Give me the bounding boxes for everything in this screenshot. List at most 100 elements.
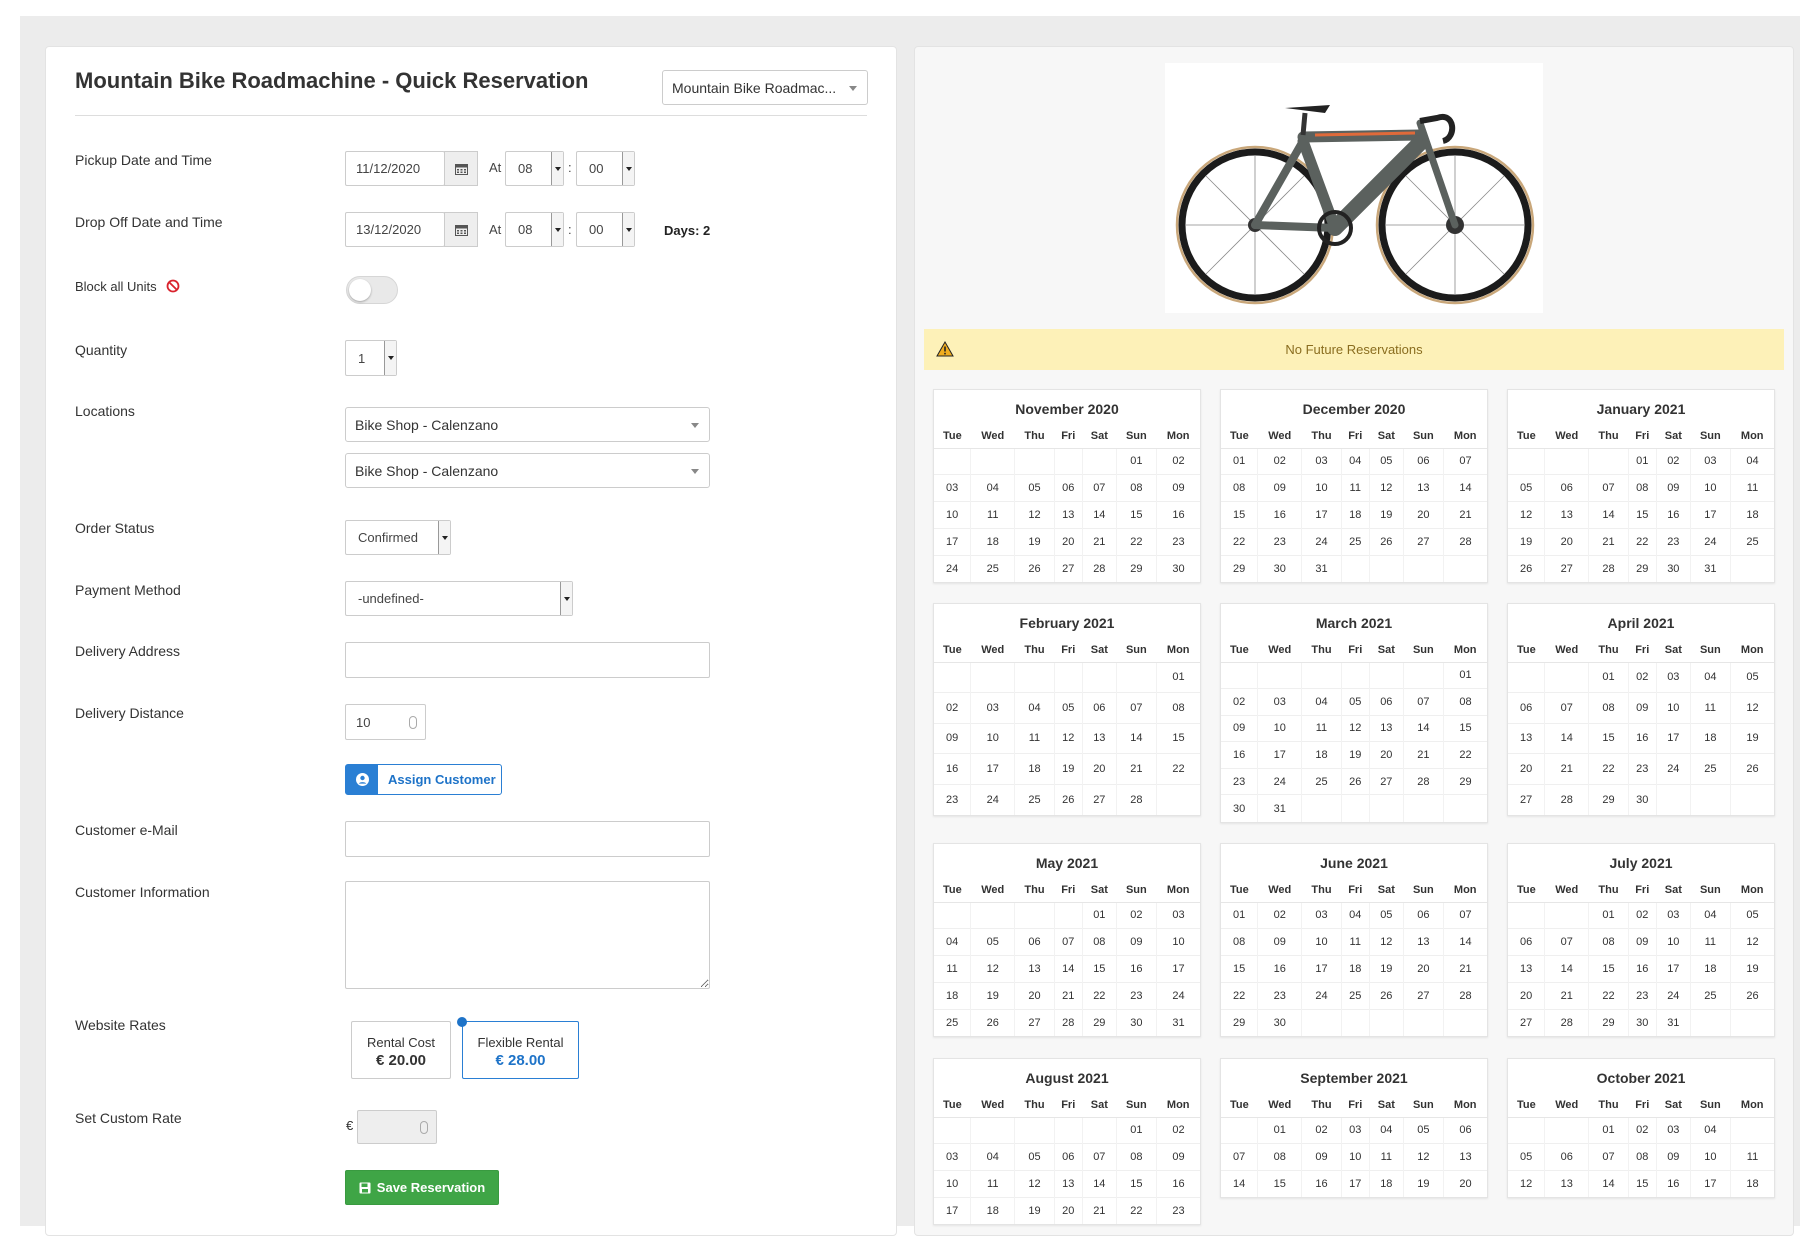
calendar-day[interactable]: 15 [1628,501,1657,529]
calendar-day[interactable]: 22 [1156,753,1200,784]
calendar-day[interactable] [1508,661,1546,693]
calendar-day[interactable] [934,1116,972,1144]
calendar-day[interactable]: 27 [1508,1008,1546,1036]
calendar-day[interactable]: 02 [1221,688,1259,716]
calendar-day[interactable] [970,661,1016,693]
calendar-day[interactable]: 03 [934,474,972,502]
calendar-day[interactable]: 15 [1588,722,1629,754]
calendar-day[interactable]: 29 [1221,1008,1259,1036]
flexible-rental-rate[interactable]: Flexible Rental € 28.00 [462,1021,579,1079]
dropoff-minute-select[interactable]: 00 [576,212,635,247]
calendar-day[interactable]: 14 [1116,722,1157,754]
calendar-day[interactable]: 03 [1341,1116,1370,1144]
calendar-day[interactable]: 25 [970,554,1016,582]
calendar-day[interactable]: 10 [934,501,972,529]
calendar-day[interactable]: 01 [1588,661,1629,693]
calendar-day[interactable] [934,901,972,929]
calendar-day[interactable]: 21 [1443,955,1487,983]
calendar-day[interactable]: 20 [1054,527,1083,556]
calendar-day[interactable]: 02 [1656,447,1691,475]
calendar-day[interactable]: 19 [1730,955,1774,983]
calendar-day[interactable]: 23 [1257,981,1303,1010]
calendar-day[interactable]: 08 [1588,928,1629,956]
calendar-day[interactable]: 30 [1628,1008,1657,1036]
calendar-day[interactable] [1341,794,1370,822]
calendar-day[interactable]: 27 [1508,783,1546,815]
calendar-day[interactable]: 20 [1443,1170,1487,1198]
calendar-day[interactable]: 16 [1156,501,1200,529]
calendar-day[interactable]: 05 [1369,447,1404,475]
calendar-day[interactable]: 18 [1730,501,1774,529]
calendar-day[interactable]: 13 [1403,474,1444,502]
calendar-day[interactable]: 10 [1690,1143,1731,1171]
calendar-day[interactable] [1443,1008,1487,1036]
calendar-day[interactable]: 14 [1443,474,1487,502]
calendar-day[interactable] [1690,1008,1731,1036]
calendar-day[interactable]: 29 [1443,767,1487,795]
calendar-day[interactable]: 26 [1054,783,1083,815]
calendar-day[interactable]: 03 [1656,661,1691,693]
calendar-day[interactable]: 22 [1082,981,1117,1010]
calendar-day[interactable] [1341,1008,1370,1036]
calendar-day[interactable]: 28 [1544,1008,1590,1036]
calendar-day[interactable]: 24 [1656,981,1691,1010]
calendar-day[interactable] [1116,661,1157,693]
calendar-day[interactable]: 12 [1369,928,1404,956]
calendar-day[interactable]: 05 [1403,1116,1444,1144]
calendar-day[interactable]: 08 [1628,1143,1657,1171]
calendar-day[interactable]: 16 [1301,1170,1342,1198]
calendar-day[interactable]: 18 [1341,955,1370,983]
calendar-day[interactable]: 15 [1588,955,1629,983]
calendar-day[interactable]: 29 [1588,783,1629,815]
calendar-day[interactable]: 28 [1082,554,1117,582]
calendar-day[interactable]: 25 [1690,753,1731,784]
calendar-day[interactable]: 22 [1116,527,1157,556]
calendar-day[interactable]: 12 [1730,692,1774,723]
calendar-day[interactable]: 19 [1054,753,1083,784]
calendar-day[interactable]: 25 [1730,527,1774,556]
calendar-day[interactable]: 18 [1301,741,1342,769]
calendar-day[interactable]: 03 [1656,1116,1691,1144]
calendar-day[interactable]: 11 [970,1170,1016,1198]
calendar-day[interactable]: 10 [1257,714,1303,742]
calendar-day[interactable]: 29 [1588,1008,1629,1036]
calendar-day[interactable]: 07 [1443,901,1487,929]
calendar-day[interactable]: 01 [1156,661,1200,693]
calendar-day[interactable]: 19 [1369,501,1404,529]
calendar-day[interactable]: 04 [1690,901,1731,929]
calendar-day[interactable] [1301,661,1342,689]
calendar-day[interactable]: 22 [1443,741,1487,769]
calendar-day[interactable]: 11 [1369,1143,1404,1171]
calendar-day[interactable]: 14 [1082,1170,1117,1198]
calendar-day[interactable]: 02 [1257,447,1303,475]
calendar-day[interactable]: 09 [1257,928,1303,956]
calendar-day[interactable]: 02 [1257,901,1303,929]
calendar-day[interactable]: 17 [1690,1170,1731,1198]
calendar-day[interactable]: 21 [1116,753,1157,784]
calendar-day[interactable]: 21 [1544,753,1590,784]
calendar-day[interactable] [1221,661,1259,689]
calendar-day[interactable]: 17 [1301,955,1342,983]
calendar-day[interactable]: 27 [1403,527,1444,556]
calendar-day[interactable]: 12 [1341,714,1370,742]
calendar-day[interactable]: 21 [1588,527,1629,556]
calendar-day[interactable]: 04 [1690,1116,1731,1144]
calendar-day[interactable]: 15 [1156,722,1200,754]
pickup-minute-select[interactable]: 00 [576,151,635,186]
calendar-day[interactable]: 18 [1730,1170,1774,1198]
calendar-day[interactable]: 07 [1116,692,1157,723]
dropoff-date-input[interactable]: 13/12/2020 [345,212,445,247]
calendar-day[interactable]: 15 [1116,501,1157,529]
calendar-day[interactable]: 04 [1014,692,1055,723]
calendar-day[interactable]: 12 [1014,501,1055,529]
calendar-day[interactable]: 01 [1257,1116,1303,1144]
calendar-day[interactable]: 03 [934,1143,972,1171]
calendar-day[interactable]: 04 [1341,901,1370,929]
calendar-day[interactable]: 31 [1257,794,1303,822]
calendar-day[interactable]: 08 [1116,1143,1157,1171]
calendar-day[interactable]: 15 [1082,955,1117,983]
calendar-day[interactable]: 23 [1221,767,1259,795]
dropoff-location-select[interactable]: Bike Shop - Calenzano [345,453,710,488]
calendar-day[interactable] [1690,783,1731,815]
payment-select[interactable]: -undefined- [345,581,573,616]
